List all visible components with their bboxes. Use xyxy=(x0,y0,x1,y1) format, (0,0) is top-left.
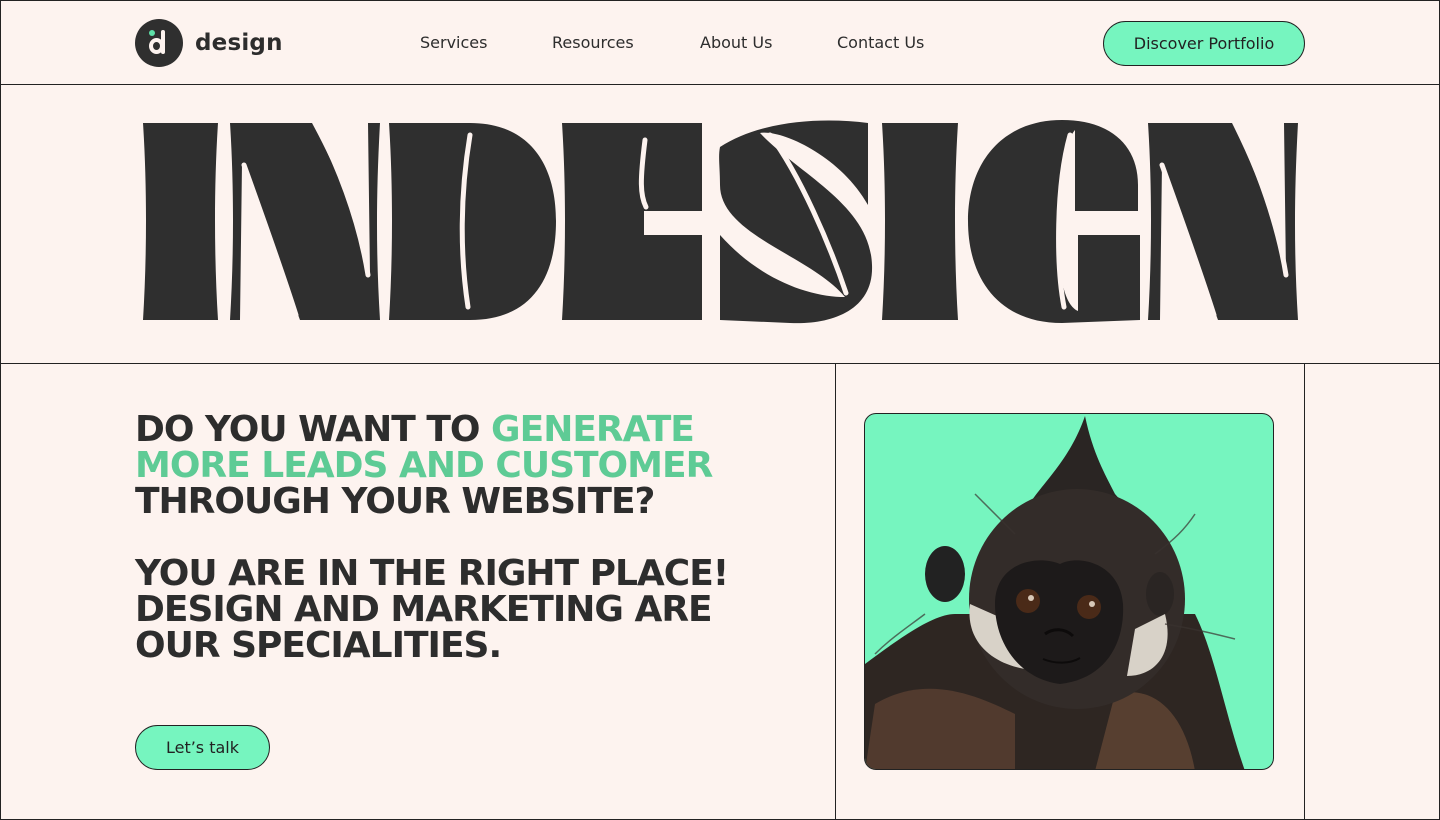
sub-headline: YOU ARE IN THE RIGHT PLACE! DESIGN AND M… xyxy=(135,553,729,666)
column-divider xyxy=(1304,364,1305,820)
headline-part2: THROUGH YOUR WEBSITE? xyxy=(135,481,655,522)
discover-portfolio-button[interactable]: Discover Portfolio xyxy=(1103,21,1305,66)
indesign-wordmark xyxy=(143,120,1298,324)
column-divider xyxy=(835,364,836,820)
nav-resources[interactable]: Resources xyxy=(552,33,634,52)
main-headline: DO YOU WANT TO GENERATE MORE LEADS AND C… xyxy=(135,412,775,520)
site-header: design Services Resources About Us Conta… xyxy=(0,0,1440,85)
monkey-photo xyxy=(864,413,1274,770)
headline-part1: DO YOU WANT TO xyxy=(135,409,492,450)
hero-wordmark xyxy=(0,85,1440,364)
logo-text: design xyxy=(195,30,283,56)
nav-about-us[interactable]: About Us xyxy=(700,33,772,52)
logo[interactable]: design xyxy=(135,19,283,67)
d-logo-icon xyxy=(135,19,183,67)
nav-services[interactable]: Services xyxy=(420,33,487,52)
nav-contact-us[interactable]: Contact Us xyxy=(837,33,924,52)
monkey-illustration xyxy=(865,416,1245,769)
lets-talk-button[interactable]: Let’s talk xyxy=(135,725,270,770)
